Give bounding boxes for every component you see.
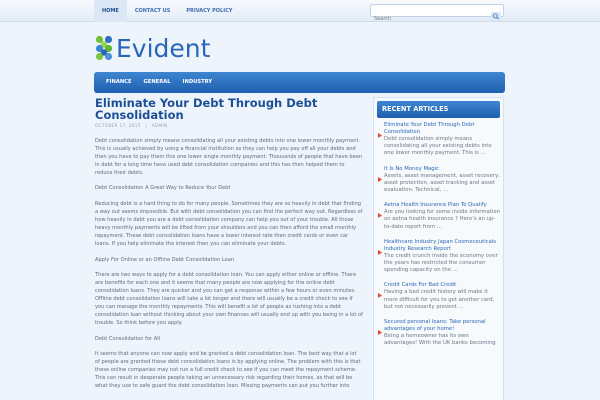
nav-finance-link[interactable]: FINANCE (94, 72, 138, 93)
cluster-logo-icon (95, 35, 113, 61)
recent-article-excerpt: The credit crunch inside the economy ove… (384, 252, 498, 274)
main-content: Eliminate Your Debt Through Debt Consoli… (95, 97, 363, 399)
post-paragraph: Reducing debt is a hard thing to do for … (95, 201, 363, 247)
post-paragraph: Debt consolidation simply means consolid… (95, 138, 363, 176)
recent-articles-title: RECENT ARTICLES (377, 101, 500, 118)
arrow-bullet-icon (378, 167, 382, 182)
recent-article-link[interactable]: Healthcare Industry Japan Cosmeceuticals… (384, 239, 500, 253)
recent-article-item: Healthcare Industry Japan Cosmeceuticals… (377, 239, 500, 275)
recent-article-excerpt: Being a homeowner has its own advantages… (384, 333, 496, 347)
recent-article-link[interactable]: Secured personal loans: Take personal ad… (384, 319, 500, 333)
post-date: OCTOBER 17, 2015 (95, 124, 141, 129)
top-nav-contact-link[interactable]: CONTACT US (127, 0, 178, 22)
post-body: Debt consolidation simply means consolid… (95, 138, 363, 391)
recent-article-excerpt: Debt consolidation simply means consolid… (384, 136, 492, 157)
recent-articles-list: Eliminate Your Debt Through Debt Consoli… (377, 122, 500, 347)
post-paragraph: It seems that anyone can now apply and b… (95, 351, 361, 389)
arrow-bullet-icon (378, 203, 382, 219)
post-title[interactable]: Eliminate Your Debt Through Debt Consoli… (95, 97, 363, 121)
post-author[interactable]: ADMIN (152, 124, 168, 129)
recent-article-link[interactable]: Aetna Health Insurance Plan To Qualify (384, 202, 500, 209)
arrow-bullet-icon (378, 123, 382, 138)
recent-article-link[interactable]: Eliminate Your Debt Through Debt Consoli… (384, 122, 500, 136)
nav-industry-link[interactable]: INDUSTRY (177, 72, 219, 93)
post-meta: OCTOBER 17, 2015 | ADMIN (95, 124, 363, 129)
top-bar: HOME CONTACT US PRIVACY POLICY (0, 0, 600, 25)
meta-separator: | (145, 124, 147, 129)
arrow-bullet-icon (378, 320, 382, 336)
arrow-bullet-icon (378, 240, 382, 255)
recent-article-item: Aetna Health Insurance Plan To Qualify A… (377, 202, 500, 231)
recent-article-item: Credit Cards For Bad Credit Having a bad… (377, 282, 500, 311)
recent-article-item: Secured personal loans: Take personal ad… (377, 319, 500, 347)
recent-article-item: Eliminate Your Debt Through Debt Consoli… (377, 122, 500, 158)
recent-article-excerpt: Having a bad credit history will make it… (384, 289, 495, 310)
search-box (370, 4, 504, 25)
sidebar: RECENT ARTICLES Eliminate Your Debt Thro… (373, 97, 504, 400)
recent-article-link[interactable]: Credit Cards For Bad Credit (384, 282, 500, 289)
recent-article-item: It Is No Money Magic Assets, asset manag… (377, 166, 500, 195)
main-nav: FINANCE GENERAL INDUSTRY (94, 72, 505, 93)
post-subheading: Debt Consolidation A Great Way to Reduce… (95, 185, 231, 192)
top-nav-privacy-link[interactable]: PRIVACY POLICY (178, 0, 240, 22)
post-subheading: Debt Consolidation for All (95, 335, 161, 342)
search-input[interactable] (371, 13, 489, 25)
recent-article-link[interactable]: It Is No Money Magic (384, 166, 500, 173)
post-paragraph: There are two ways to apply for a debt c… (95, 272, 363, 326)
nav-general-link[interactable]: GENERAL (138, 72, 177, 93)
arrow-bullet-icon (378, 283, 382, 299)
recent-article-excerpt: Are you looking for some inside informat… (384, 209, 500, 230)
logo-text: Evident (116, 33, 211, 63)
top-nav-home-link[interactable]: HOME (94, 0, 127, 22)
top-nav: HOME CONTACT US PRIVACY POLICY (94, 0, 240, 22)
post-subheading: Apply For Online or an Offline Debt Cons… (95, 256, 235, 263)
site-logo[interactable]: Evident (95, 33, 210, 63)
search-icon[interactable] (491, 6, 501, 21)
recent-article-excerpt: Assets, asset management, asset recovery… (384, 172, 500, 194)
